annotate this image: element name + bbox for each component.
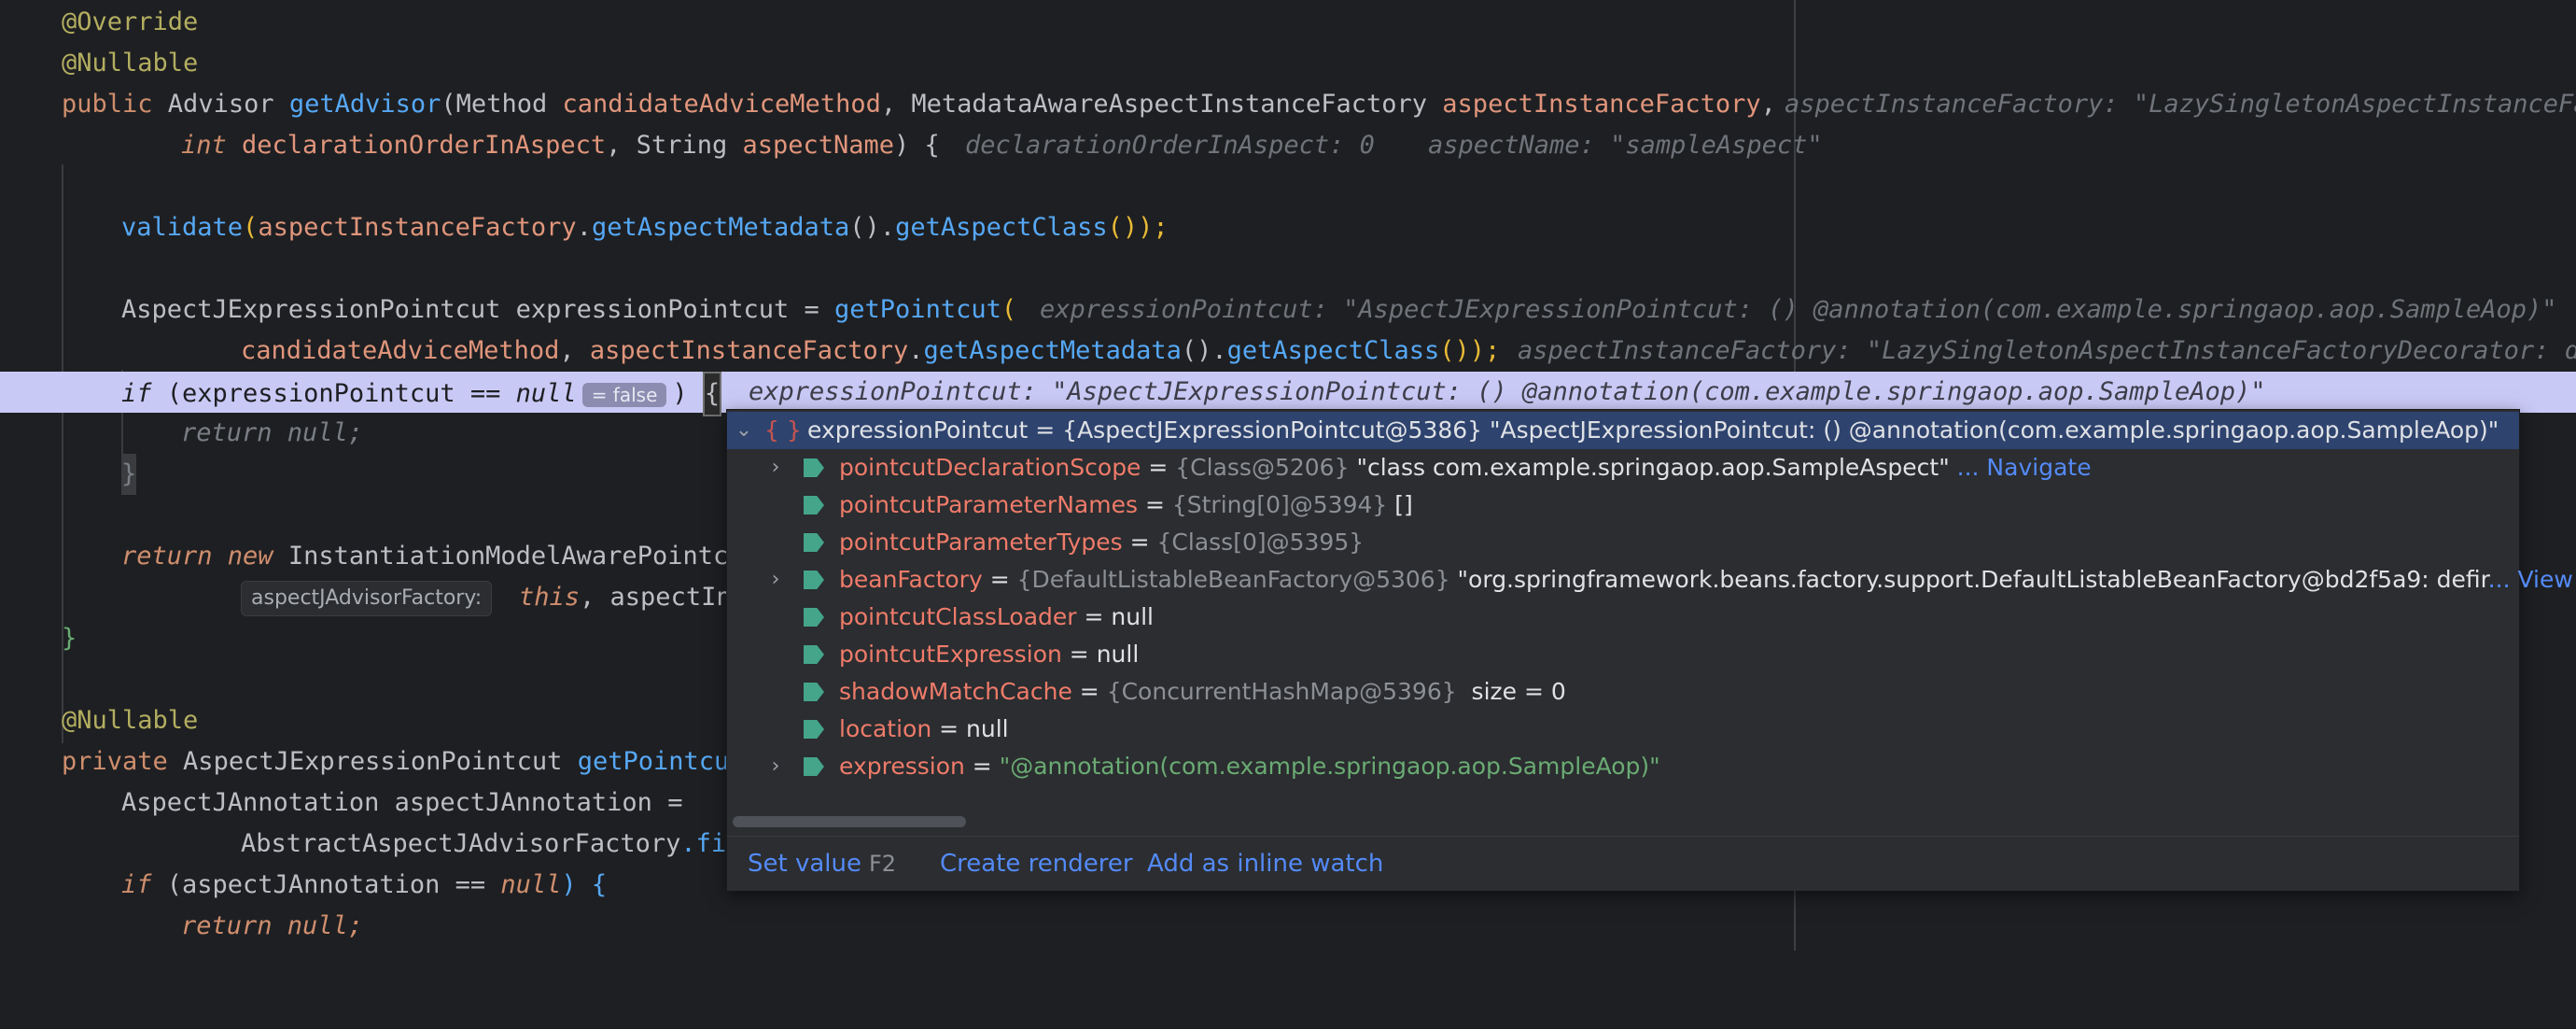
- field-icon: [804, 496, 824, 514]
- code-line[interactable]: candidateAdviceMethod, aspectInstanceFac…: [0, 331, 2576, 372]
- code-line[interactable]: validate(aspectInstanceFactory.getAspect…: [0, 207, 2576, 248]
- tree-row-label: pointcutParameterTypes = {Class[0]@5395}: [839, 529, 1365, 556]
- tree-row-label: pointcutDeclarationScope = {Class@5206} …: [839, 454, 2092, 481]
- object-icon: { }: [764, 416, 802, 444]
- get-pointcut-signature: private AspectJExpressionPointcut getPoi…: [62, 747, 745, 776]
- popup-footer: Set value F2 Create renderer Add as inli…: [727, 836, 2519, 891]
- tree-row[interactable]: pointcutParameterNames = {String[0]@5394…: [727, 486, 2519, 524]
- field-icon: [804, 683, 824, 701]
- field-icon: [804, 608, 824, 627]
- closing-brace: }: [121, 454, 137, 495]
- tree-row[interactable]: pointcutParameterTypes = {Class[0]@5395}: [727, 524, 2519, 561]
- annotation-nullable: @Nullable: [62, 706, 199, 735]
- method-signature: public Advisor getAdvisor(Method candida…: [62, 90, 1776, 119]
- field-icon: [804, 571, 824, 589]
- tree-root-label: expressionPointcut = {AspectJExpressionP…: [807, 416, 2499, 444]
- method-signature-cont: int declarationOrderInAspect, String asp…: [181, 131, 940, 160]
- return-null-statement: return null;: [181, 911, 364, 940]
- inline-debug-hint: expressionPointcut: "AspectJExpressionPo…: [749, 377, 2266, 406]
- inline-debug-hint: aspectInstanceFactory: "LazySingletonAsp…: [1785, 90, 2576, 119]
- caret-brace: {: [702, 372, 722, 416]
- tree-row-label: location = null: [839, 715, 1009, 742]
- horizontal-scrollbar[interactable]: [727, 813, 2519, 830]
- return-advisor: return new InstantiationModelAwarePointc…: [121, 542, 744, 571]
- chevron-right-icon[interactable]: ›: [764, 748, 787, 785]
- code-line[interactable]: @Override: [0, 2, 2576, 43]
- code-line[interactable]: return null;: [0, 906, 2576, 947]
- debug-value-popup[interactable]: ⌄ { } expressionPointcut = {AspectJExpre…: [726, 409, 2573, 891]
- constructor-args: this, aspectIn: [519, 583, 732, 612]
- method-closing-brace: }: [62, 624, 77, 653]
- execution-point-line[interactable]: if (expressionPointcut == null = false) {…: [0, 372, 2576, 416]
- view-link[interactable]: ... View: [2488, 566, 2573, 593]
- code-line[interactable]: @Nullable: [0, 43, 2576, 84]
- tree-row-label: beanFactory = {DefaultListableBeanFactor…: [839, 566, 2573, 593]
- find-annotation-call: AbstractAspectJAdvisorFactory.fi: [241, 829, 727, 858]
- tree-row[interactable]: › beanFactory = {DefaultListableBeanFact…: [727, 561, 2573, 599]
- pointcut-args: candidateAdviceMethod, aspectInstanceFac…: [241, 336, 1501, 365]
- annotation-declaration: AspectJAnnotation aspectJAnnotation =: [121, 788, 683, 817]
- inline-debug-hint: aspectName: "sampleAspect": [1428, 131, 1823, 160]
- tree-row[interactable]: shadowMatchCache = {ConcurrentHashMap@53…: [727, 673, 2519, 711]
- tree-row-label: shadowMatchCache = {ConcurrentHashMap@53…: [839, 678, 1566, 705]
- tree-row[interactable]: location = null: [727, 711, 2519, 748]
- create-renderer-button[interactable]: Create renderer: [940, 837, 1133, 891]
- validate-call: validate(aspectInstanceFactory.getAspect…: [121, 213, 1169, 242]
- return-null-statement: return null;: [181, 418, 364, 447]
- tree-row-label: pointcutClassLoader = null: [839, 603, 1154, 630]
- inline-debug-hint: aspectInstanceFactory: "LazySingletonAsp…: [1518, 336, 2576, 365]
- tree-row[interactable]: pointcutClassLoader = null: [727, 599, 2519, 636]
- code-line[interactable]: public Advisor getAdvisor(Method candida…: [0, 84, 2576, 125]
- chevron-down-icon[interactable]: ⌄: [733, 412, 755, 449]
- tree-root-row[interactable]: ⌄ { } expressionPointcut = {AspectJExpre…: [727, 412, 2519, 449]
- tree-row[interactable]: › pointcutDeclarationScope = {Class@5206…: [727, 449, 2519, 486]
- if-null-check: if (expressionPointcut == null = false) {: [121, 372, 722, 416]
- field-icon: [804, 645, 824, 664]
- if-annotation-null: if (aspectJAnnotation == null) {: [121, 870, 608, 899]
- field-icon: [804, 757, 824, 776]
- shortcut-key: F2: [869, 851, 897, 877]
- field-icon: [804, 720, 824, 739]
- set-value-button[interactable]: Set value: [748, 837, 861, 891]
- add-inline-watch-button[interactable]: Add as inline watch: [1147, 837, 1383, 891]
- annotation-override: @Override: [62, 7, 199, 36]
- tree-row[interactable]: › expression = "@annotation(com.example.…: [727, 748, 2519, 785]
- inline-debug-hint: expressionPointcut: "AspectJExpressionPo…: [1040, 295, 2557, 324]
- tree-row-label: pointcutExpression = null: [839, 641, 1140, 668]
- code-line[interactable]: AspectJExpressionPointcut expressionPoin…: [0, 289, 2576, 331]
- annotation-nullable: @Nullable: [62, 49, 199, 78]
- navigate-link[interactable]: ... Navigate: [1950, 454, 2092, 481]
- chevron-right-icon[interactable]: ›: [764, 449, 787, 486]
- tree-row[interactable]: pointcutExpression = null: [727, 636, 2519, 673]
- parameter-name-hint: aspectJAdvisorFactory:: [241, 581, 493, 616]
- tree-row-label: expression = "@annotation(com.example.sp…: [839, 753, 1660, 780]
- chevron-right-icon[interactable]: ›: [764, 561, 787, 599]
- pointcut-assignment: AspectJExpressionPointcut expressionPoin…: [121, 295, 1017, 324]
- inline-debug-hint: declarationOrderInAspect: 0: [965, 131, 1375, 160]
- tree-row-label: pointcutParameterNames = {String[0]@5394…: [839, 491, 1413, 518]
- evaluated-value-badge: = false: [581, 382, 667, 407]
- code-line[interactable]: int declarationOrderInAspect, String asp…: [0, 125, 2576, 166]
- scrollbar-thumb[interactable]: [733, 816, 966, 827]
- field-icon: [804, 458, 824, 477]
- field-icon: [804, 533, 824, 552]
